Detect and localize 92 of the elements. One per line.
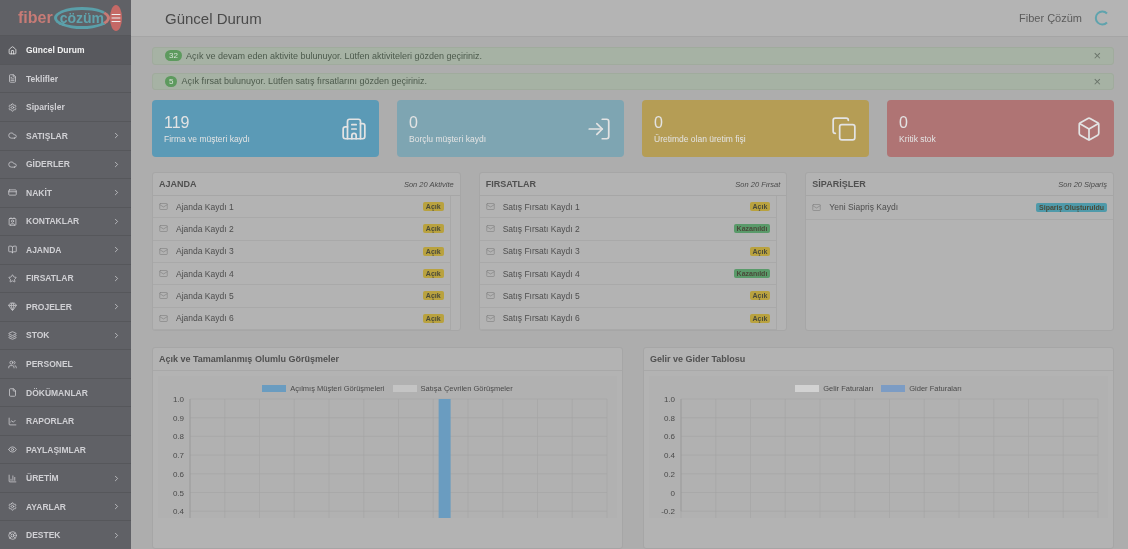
bar-chart-icon	[8, 473, 17, 483]
mail-icon	[485, 313, 495, 323]
panel-title: SİPARİŞLER	[812, 179, 866, 189]
file-icon	[8, 388, 17, 398]
stat-label: Borçlu müşteri kaydı	[409, 133, 486, 144]
count-badge: 5	[165, 75, 178, 87]
layers-icon	[8, 331, 17, 340]
page-title: Güncel Durum	[165, 9, 262, 27]
copy-icon	[831, 115, 857, 142]
gear-icon	[8, 502, 17, 512]
axis-tick-label: 0.6	[663, 432, 675, 442]
axis-tick-label: 0	[670, 488, 675, 498]
sidebar-item[interactable]: NAKİT	[0, 178, 131, 207]
box-icon	[1076, 115, 1102, 142]
sidebar-item[interactable]: Güncel Durum	[0, 35, 131, 64]
axis-tick-label: 0.7	[172, 451, 184, 461]
axis-tick-label: 0.4	[663, 451, 675, 461]
axis-tick-label: 0.8	[663, 413, 675, 423]
stat-value: 0	[899, 113, 909, 132]
axis-tick-label: -0.2	[661, 507, 675, 517]
axis-tick-label: 0.9	[172, 413, 184, 423]
sidebar-item[interactable]: PERSONEL	[0, 349, 131, 378]
alert-text: Açık ve devam eden aktivite bulunuyor. Lütfen aktiviteleri gözden geçiriniz.	[185, 50, 484, 61]
panel-title: FIRSATLAR	[485, 179, 536, 189]
mail-icon	[485, 291, 495, 301]
home-icon	[8, 45, 17, 55]
sidebar-item[interactable]: RAPORLAR	[0, 406, 131, 435]
sidebar-item[interactable]: AJANDA	[0, 235, 131, 264]
menu-icon	[110, 11, 122, 24]
axis-tick-label: 1.0	[172, 395, 184, 404]
axis-tick-label: 0.2	[663, 469, 675, 479]
count-badge: 32	[165, 50, 182, 62]
mail-icon	[485, 224, 495, 234]
mail-icon	[159, 313, 168, 323]
close-button[interactable]: ×	[1093, 73, 1101, 89]
stat-value: 119	[164, 113, 191, 132]
mail-icon	[159, 269, 168, 279]
mail-icon	[485, 202, 495, 212]
mail-icon	[159, 224, 168, 234]
document-icon	[8, 74, 17, 84]
contact-icon	[8, 216, 17, 226]
sidebar-item[interactable]: FIRSATLAR	[0, 263, 131, 293]
sidebar-item[interactable]: KONTAKLAR	[0, 206, 131, 236]
axis-tick-label: 0.6	[172, 469, 184, 479]
axis-tick-label: 0.5	[172, 488, 184, 498]
stat-label: Kritik stok	[899, 133, 936, 144]
sidebar-item[interactable]: STOK	[0, 320, 131, 350]
alert-text: Açık fırsat bulunuyor. Lütfen satış fırsatlarını gözden geçiriniz.	[181, 76, 429, 87]
close-button[interactable]: ×	[1093, 48, 1101, 64]
lifebuoy-icon	[8, 530, 17, 540]
axis-tick-label: 0.4	[172, 507, 184, 517]
loading-icon	[1094, 10, 1110, 26]
menu-button[interactable]	[110, 4, 122, 31]
sidebar-item[interactable]: PAYLAŞIMLAR	[0, 434, 131, 464]
users-icon	[8, 359, 17, 369]
gem-icon	[8, 302, 17, 312]
logo: fiber çözüm	[18, 6, 110, 29]
panel-title: AJANDA	[159, 179, 197, 189]
book-icon	[8, 245, 17, 255]
star-icon	[8, 273, 17, 283]
card-icon	[8, 188, 17, 198]
sidebar-item[interactable]: PROJELER	[0, 292, 131, 321]
mail-icon	[159, 246, 168, 256]
sidebar-item[interactable]: GİDERLER	[0, 149, 131, 179]
mail-icon	[485, 246, 495, 256]
stat-label: Firma ve müşteri kaydı	[164, 133, 250, 144]
cloud-icon	[8, 131, 17, 141]
mail-icon	[812, 202, 822, 212]
sidebar-item[interactable]: DESTEK	[0, 520, 131, 549]
mail-icon	[485, 269, 495, 279]
gear-icon	[8, 102, 17, 112]
sidebar-item[interactable]: AYARLAR	[0, 491, 131, 521]
mail-icon	[159, 291, 168, 301]
building-icon	[341, 115, 367, 142]
sidebar-item[interactable]: SATIŞLAR	[0, 121, 131, 150]
axis-tick-label: 1.0	[663, 395, 675, 404]
stat-value: 0	[409, 113, 419, 132]
stat-label: Üretimde olan üretim fişi	[654, 133, 746, 144]
mail-icon	[159, 202, 168, 212]
stat-value: 0	[654, 113, 664, 132]
line-chart-icon	[8, 416, 17, 426]
sidebar-item[interactable]: DÖKÜMANLAR	[0, 377, 131, 407]
chart-title: Gelir ve Gider Tablosu	[650, 354, 746, 364]
chart-title: Açık ve Tamamlanmış Olumlu Görüşmeler	[159, 354, 339, 364]
sidebar-item[interactable]: Siparişler	[0, 92, 131, 121]
user-name[interactable]: Fiber Çözüm	[1019, 12, 1082, 24]
axis-tick-label: 0.8	[172, 432, 184, 442]
sidebar-item[interactable]: Teklifler	[0, 63, 131, 93]
eye-icon	[8, 445, 17, 455]
login-icon	[586, 115, 612, 142]
cloud-icon	[8, 159, 17, 169]
sidebar-item[interactable]: ÜRETİM	[0, 463, 131, 492]
